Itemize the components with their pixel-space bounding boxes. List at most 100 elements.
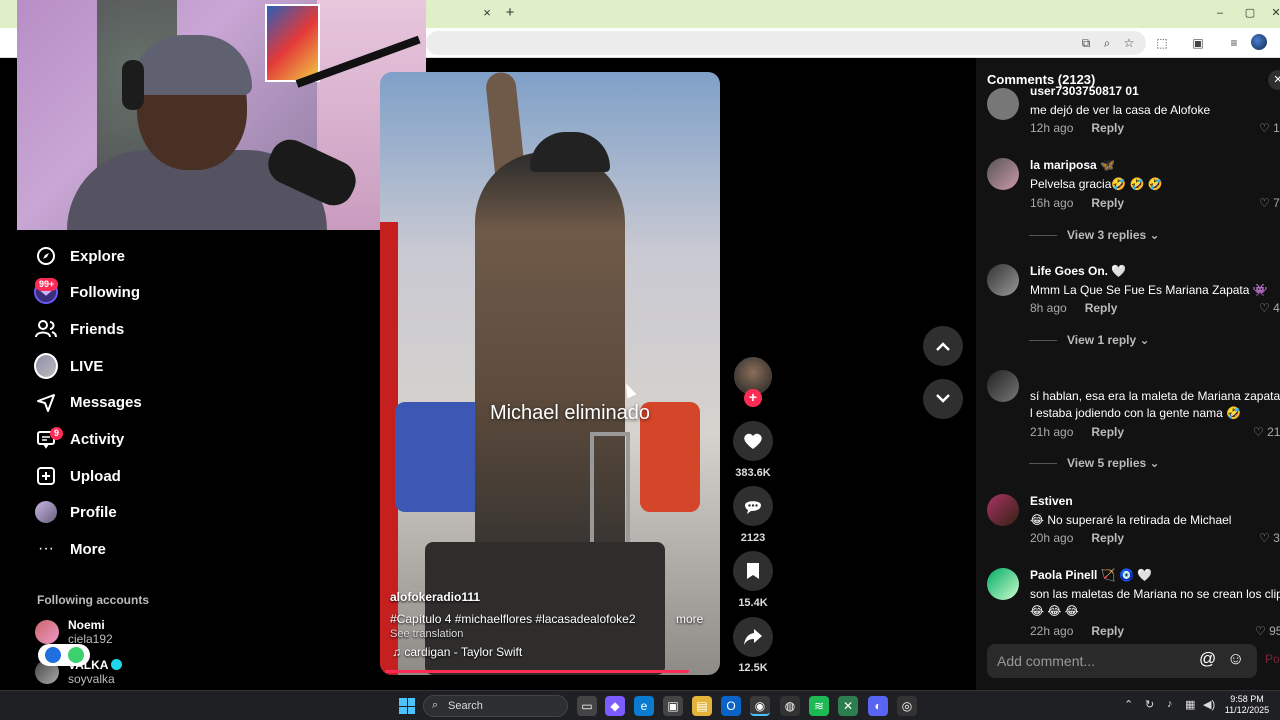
sidebar-item-upload[interactable]: Upload [34,461,121,491]
sidebar-item-messages[interactable]: Messages [34,387,142,417]
windows-start-icon[interactable] [399,698,415,714]
comment-like-button[interactable]: ♡ 3 [1259,531,1280,545]
comment-like-count: 4 [1273,301,1280,315]
next-video-button[interactable] [923,379,963,419]
messages-badge: 99+ [35,278,59,291]
save-button[interactable] [733,551,773,591]
tray-sync-icon[interactable]: ↻ [1145,698,1154,711]
avatar[interactable] [987,568,1019,600]
network-icon[interactable]: ▦ [1185,698,1195,711]
follow-plus-button[interactable]: + [744,389,762,407]
tray-chevron-icon[interactable]: ⌃ [1124,698,1133,711]
emoji-icon[interactable]: ☺ [1227,649,1244,669]
extensions-icon[interactable]: ⬚ [1154,35,1170,51]
store-icon[interactable]: ▣ [663,696,683,716]
previous-video-button[interactable] [923,326,963,366]
floating-widget[interactable] [38,644,90,666]
view-replies-button[interactable]: View 3 replies ⌄ [1029,228,1160,242]
comment-like-button[interactable]: ♡ 218 [1253,425,1280,439]
share-button[interactable] [733,617,773,657]
system-clock[interactable]: 9:58 PM 11/12/2025 [1222,694,1272,716]
more-link[interactable]: more [676,612,703,626]
sidebar-item-profile[interactable]: Profile [34,497,117,527]
minimize-icon[interactable]: – [1211,5,1229,21]
mention-icon[interactable]: @ [1199,649,1216,669]
sidebar-item-activity[interactable]: Activity [34,424,124,454]
comment-button[interactable] [733,486,773,526]
reply-button[interactable]: Reply [1091,624,1124,638]
post-button[interactable]: Po [1265,652,1280,666]
xbox-icon[interactable]: ✕ [838,696,858,716]
volume-icon[interactable]: ◀) [1203,698,1215,711]
reply-button[interactable]: Reply [1091,196,1124,210]
comment-text-line-2: 😂 😂 😂 [1030,604,1079,618]
zoom-icon[interactable]: ⌕ [1099,35,1115,51]
reply-button[interactable]: Reply [1091,425,1124,439]
avatar[interactable] [987,88,1019,120]
comment-time: 22h ago [1030,624,1074,638]
address-bar[interactable] [426,31,1146,55]
view-replies-button[interactable]: View 1 reply ⌄ [1029,333,1150,347]
music-title: cardigan - Taylor Swift [404,645,523,659]
outlook-icon[interactable]: O [721,696,741,716]
avatar[interactable] [987,264,1019,296]
reply-button[interactable]: Reply [1085,301,1118,315]
avatar[interactable] [987,494,1019,526]
video-author[interactable]: alofokeradio111 [390,590,480,604]
taskbar-search[interactable]: ⌕ Search [423,695,568,717]
avatar[interactable] [987,158,1019,190]
music-label[interactable]: ♫ cardigan - Taylor Swift [392,645,522,659]
comment-like-button[interactable]: ♡ 4 [1259,301,1280,315]
like-button[interactable] [733,421,773,461]
comment-username[interactable]: user7303750817 01 [1030,84,1139,98]
spotify-icon[interactable]: ≋ [809,696,829,716]
comment-username[interactable]: Life Goes On. 🤍 [1030,264,1126,278]
new-tab-button[interactable]: + [503,5,517,21]
file-explorer-icon[interactable]: ▤ [692,696,712,716]
see-translation-link[interactable]: See translation [390,628,463,640]
add-comment-input[interactable] [997,651,1187,671]
sidebar-item-more[interactable]: ··· More [34,534,106,564]
video-progress-bar[interactable] [385,670,689,673]
view-replies-button[interactable]: View 5 replies ⌄ [1029,456,1160,470]
task-view-icon[interactable]: ▭ [577,696,597,716]
sidebar-item-friends[interactable]: Friends [34,314,124,344]
comment-username[interactable]: la mariposa 🦋 [1030,158,1115,172]
video-player[interactable]: Michael eliminado alofokeradio111 #Capít… [380,72,720,675]
avatar[interactable] [987,370,1019,402]
maximize-icon[interactable]: ▢ [1241,5,1259,21]
tab-close-icon[interactable]: × [480,6,494,20]
reply-button[interactable]: Reply [1091,121,1124,135]
video-overlay-caption: Michael eliminado [489,402,651,424]
split-view-icon[interactable]: ▣ [1190,35,1206,51]
steam-icon[interactable]: ◍ [780,696,800,716]
save-count: 15.4K [738,597,768,609]
verified-badge-icon [111,659,123,670]
sidebar-item-label: LIVE [70,357,104,375]
live-avatar-icon [34,353,58,379]
share-count: 12.5K [738,662,768,674]
copilot-icon[interactable]: ◆ [605,696,625,716]
following-account[interactable]: Noemi ciela192 [35,618,113,646]
reply-button[interactable]: Reply [1091,531,1124,545]
install-app-icon[interactable]: ⧉ [1078,35,1094,51]
discord-icon[interactable]: ◐ [868,696,888,716]
microphone-icon[interactable]: ♪ [1167,698,1173,710]
comment-like-button[interactable]: ♡ 956 [1255,624,1280,638]
like-count: 383.6K [735,467,771,479]
obs-icon[interactable]: ◎ [897,696,917,716]
sidebar-item-live[interactable]: LIVE [34,351,103,381]
media-controls-icon[interactable]: ≡ [1226,35,1242,51]
comment-time: 20h ago [1030,531,1074,545]
window-close-icon[interactable]: ✕ [1267,5,1280,21]
browser-profile-avatar[interactable] [1251,34,1267,50]
close-comments-button[interactable]: ✕ [1268,70,1280,90]
edge-icon[interactable]: e [634,696,654,716]
comment-like-button[interactable]: ♡ 1 [1259,121,1280,135]
comment-username[interactable]: Paola Pinell 🏹 🧿 🤍 [1030,568,1152,582]
bookmark-star-icon[interactable]: ☆ [1121,35,1137,51]
comment-username[interactable]: Estiven [1030,494,1073,508]
sidebar-item-explore[interactable]: Explore [34,241,125,271]
comment-like-button[interactable]: ♡ 7 [1259,196,1280,210]
chrome-icon[interactable]: ◉ [750,696,770,716]
